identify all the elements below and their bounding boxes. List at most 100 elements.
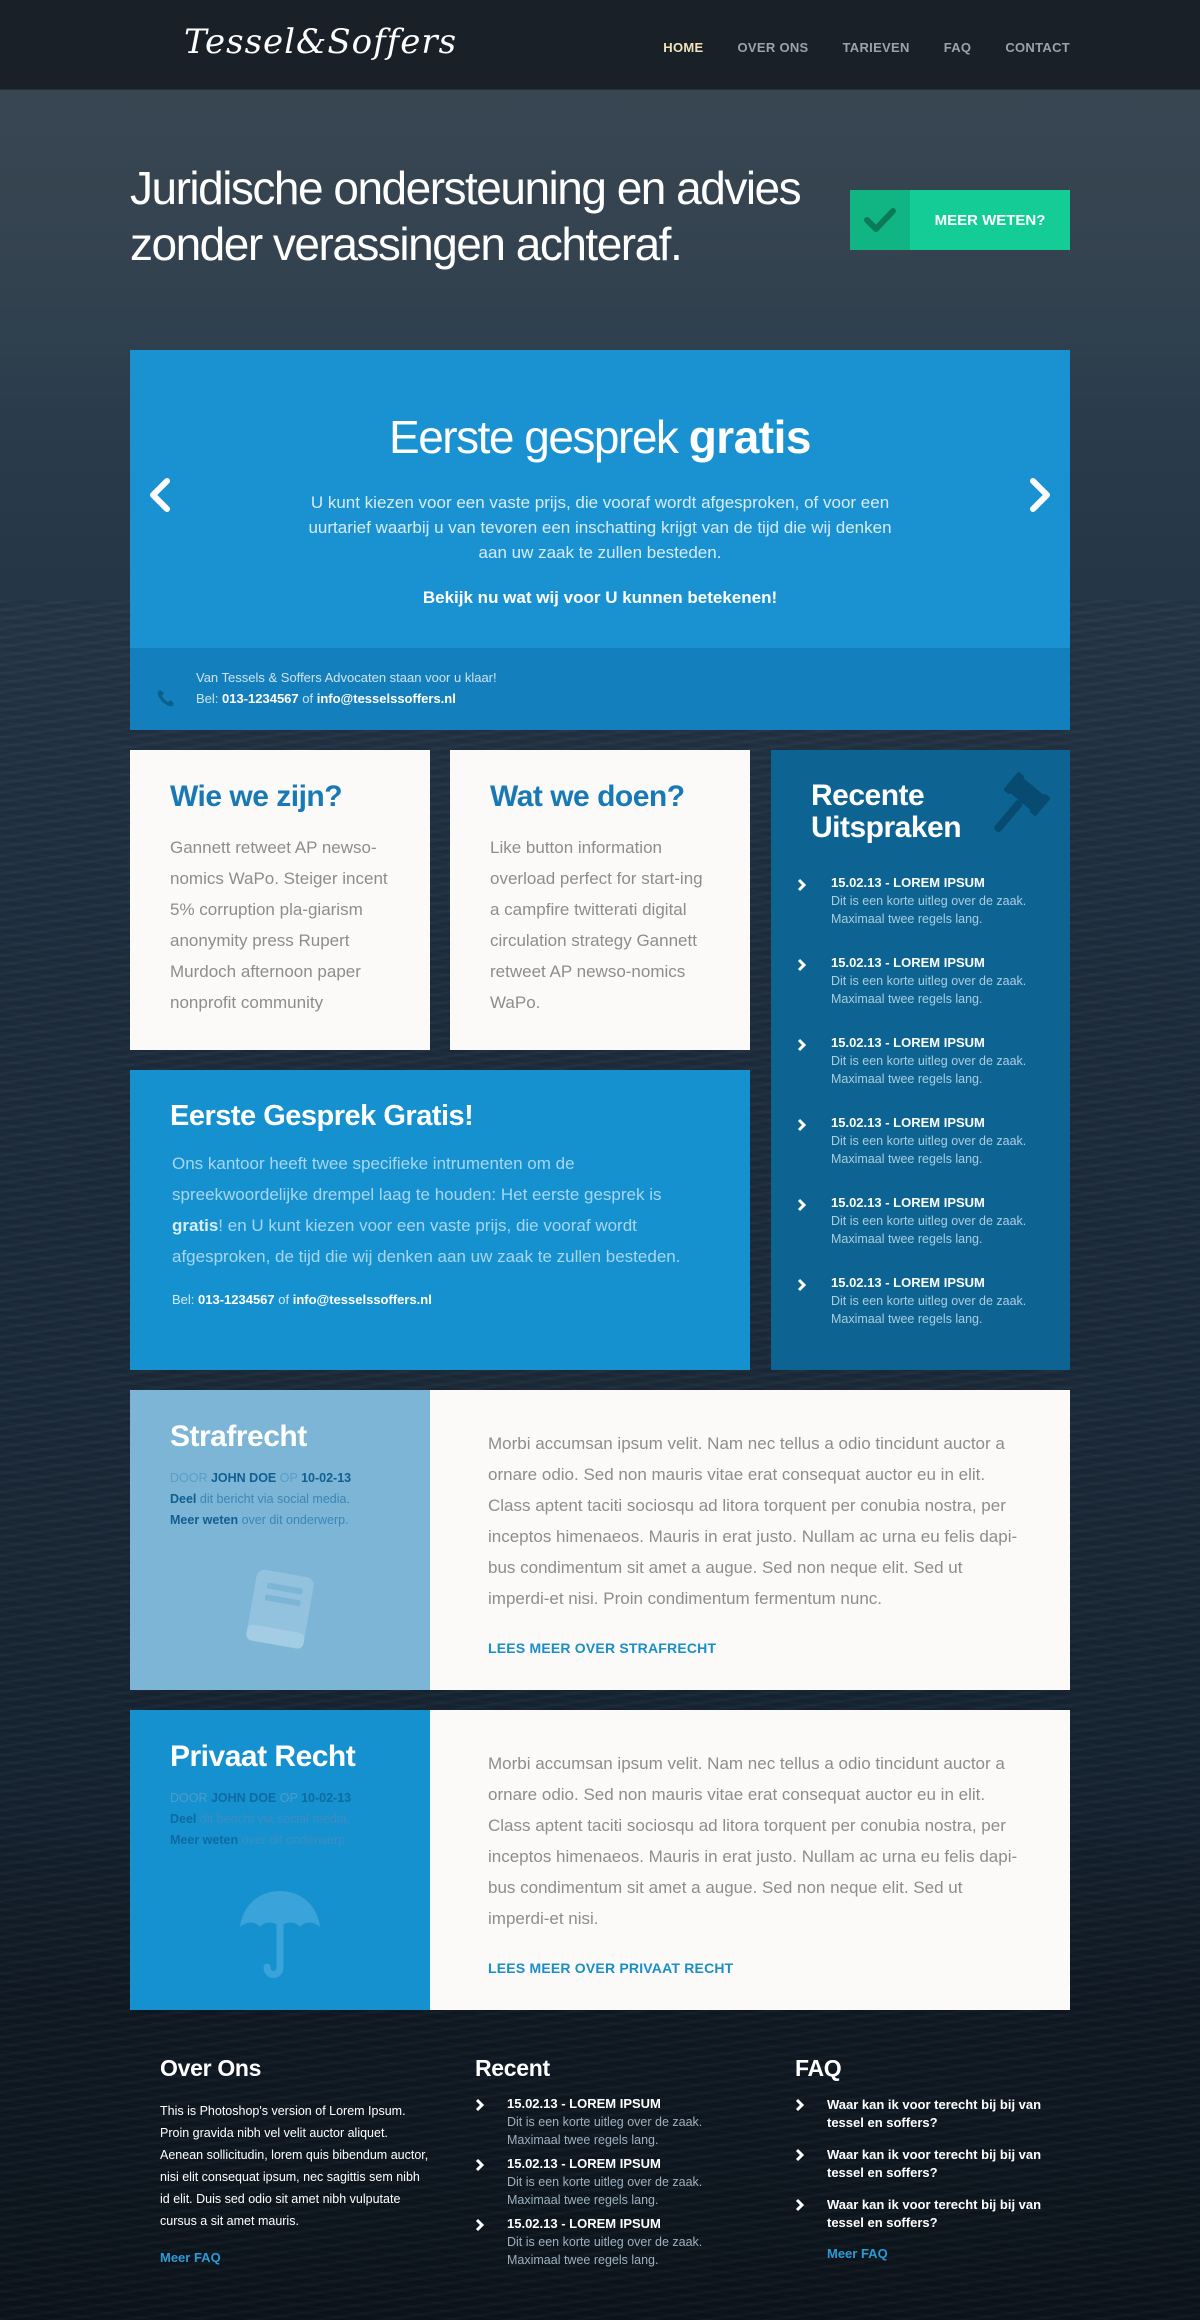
recent-item[interactable]: 15.02.13 - LOREM IPSUM Dit is een korte … [797, 955, 1057, 1035]
footer-recent-item[interactable]: 15.02.13 - LOREM IPSUM Dit is een korte … [475, 2156, 745, 2216]
slider-contact-line1: Van Tessels & Soffers Advocaten staan vo… [196, 670, 497, 685]
slider-email[interactable]: info@tesselssoffers.nl [317, 691, 456, 706]
chevron-right-icon [795, 2148, 805, 2167]
site-header: Tessel&Soffers HOME OVER ONS TARIEVEN FA… [0, 0, 1200, 90]
read-more-link[interactable]: LEES MEER OVER PRIVAAT RECHT [488, 1960, 733, 1976]
footer-faq: FAQ Waar kan ik voor terecht bij bij van… [795, 2055, 1065, 2261]
recent-item-desc: Dit is een korte uitleg over de zaak. Ma… [831, 1134, 1027, 1166]
meta-author[interactable]: JOHN DOE [211, 1471, 276, 1485]
meta-by: DOOR [170, 1471, 211, 1485]
slider-slide: Eerste gesprek gratis U kunt kiezen voor… [130, 350, 1070, 648]
article-body: Morbi accumsan ipsum velit. Nam nec tell… [430, 1710, 1070, 2010]
article-body: Morbi accumsan ipsum velit. Nam nec tell… [430, 1390, 1070, 1690]
footer-recent-title: 15.02.13 - LOREM IPSUM [507, 2156, 661, 2171]
slider-cta-link[interactable]: Bekijk nu wat wij voor U kunnen betekene… [130, 588, 1070, 608]
meta-share-link[interactable]: Deel [170, 1492, 196, 1506]
footer-faq-item[interactable]: Waar kan ik voor terecht bij bij van tes… [795, 2096, 1065, 2146]
recent-item-title: 15.02.13 - LOREM IPSUM [831, 955, 985, 970]
recent-item-desc: Dit is een korte uitleg over de zaak. Ma… [831, 1294, 1027, 1326]
check-icon [850, 190, 910, 250]
meer-weten-label: MEER WETEN? [934, 211, 1046, 229]
footer-recent-item[interactable]: 15.02.13 - LOREM IPSUM Dit is een korte … [475, 2096, 745, 2156]
slider-phone[interactable]: 013-1234567 [222, 691, 299, 706]
meta-date: 10-02-13 [301, 1791, 352, 1805]
free-email[interactable]: info@tesselssoffers.nl [293, 1292, 432, 1307]
gavel-icon [981, 772, 1051, 847]
footer-title: Over Ons [160, 2055, 262, 2081]
recent-item-title: 15.02.13 - LOREM IPSUM [831, 1115, 985, 1130]
phone-icon [156, 688, 176, 713]
nav-over-ons[interactable]: OVER ONS [737, 40, 808, 55]
nav-faq[interactable]: FAQ [944, 40, 972, 55]
footer-recent-desc: Dit is een korte uitleg over de zaak. Ma… [507, 2235, 703, 2267]
footer-faq-item[interactable]: Waar kan ik voor terecht bij bij van tes… [795, 2196, 1065, 2246]
article-text: Morbi accumsan ipsum velit. Nam nec tell… [488, 1434, 1018, 1608]
footer-recent-desc: Dit is een korte uitleg over de zaak. Ma… [507, 2175, 703, 2207]
nav-tarieven[interactable]: TARIEVEN [843, 40, 910, 55]
footer-recent-title: 15.02.13 - LOREM IPSUM [507, 2096, 661, 2111]
meta-more-link[interactable]: Meer weten [170, 1513, 238, 1527]
article-text: Morbi accumsan ipsum velit. Nam nec tell… [488, 1754, 1018, 1928]
free-phone[interactable]: 013-1234567 [198, 1292, 275, 1307]
chevron-right-icon [797, 1038, 807, 1057]
footer-recent-title: 15.02.13 - LOREM IPSUM [507, 2216, 661, 2231]
meta-more-link[interactable]: Meer weten [170, 1833, 238, 1847]
nav-contact[interactable]: CONTACT [1005, 40, 1070, 55]
phone-prefix: Bel: [196, 691, 223, 706]
book-icon [235, 1565, 325, 1660]
recent-item-title: 15.02.13 - LOREM IPSUM [831, 1195, 985, 1210]
meta-share-link[interactable]: Deel [170, 1812, 196, 1826]
card-title: Wie we zijn? [170, 780, 343, 813]
article-title: Strafrecht [170, 1420, 307, 1453]
article-title: Privaat Recht [170, 1740, 356, 1773]
slider-title-bold: gratis [688, 411, 812, 463]
slider-title: Eerste gesprek gratis [130, 410, 1070, 464]
footer-recent-item[interactable]: 15.02.13 - LOREM IPSUM Dit is een korte … [475, 2216, 745, 2276]
article-strafrecht: Strafrecht DOOR JOHN DOE OP 10-02-13 Dee… [130, 1390, 1070, 1690]
main-nav: HOME OVER ONS TARIEVEN FAQ CONTACT [663, 40, 1070, 55]
article-side: Privaat Recht DOOR JOHN DOE OP 10-02-13 … [130, 1710, 430, 2010]
footer-faq-item[interactable]: Waar kan ik voor terecht bij bij van tes… [795, 2146, 1065, 2196]
footer-about-text: This is Photoshop's version of Lorem Ips… [160, 2104, 429, 2228]
footer-meer-faq-link[interactable]: Meer FAQ [160, 2250, 430, 2265]
meta-author[interactable]: JOHN DOE [211, 1791, 276, 1805]
meer-weten-button[interactable]: MEER WETEN? [850, 190, 1070, 250]
recent-list: 15.02.13 - LOREM IPSUM Dit is een korte … [797, 875, 1057, 1355]
chevron-right-icon [797, 1198, 807, 1217]
hero-title-line1: Juridische ondersteuning en advies [130, 162, 802, 214]
free-contact: Bel: 013-1234567 of info@tesselssoffers.… [172, 1292, 432, 1307]
footer-faq-list: Waar kan ik voor terecht bij bij van tes… [795, 2096, 1065, 2246]
card-wie-we-zijn: Wie we zijn? Gannett retweet AP newso-no… [130, 750, 430, 1050]
meta-on: OP [276, 1791, 302, 1805]
nav-home[interactable]: HOME [663, 40, 703, 55]
recent-item[interactable]: 15.02.13 - LOREM IPSUM Dit is een korte … [797, 1035, 1057, 1115]
recent-item[interactable]: 15.02.13 - LOREM IPSUM Dit is een korte … [797, 1115, 1057, 1195]
footer-recent-desc: Dit is een korte uitleg over de zaak. Ma… [507, 2115, 703, 2147]
recent-item[interactable]: 15.02.13 - LOREM IPSUM Dit is een korte … [797, 1275, 1057, 1355]
footer-faq-more-link[interactable]: Meer FAQ [795, 2246, 1065, 2261]
slider-next-arrow-icon[interactable] [1025, 475, 1055, 515]
article-privaat-recht: Privaat Recht DOOR JOHN DOE OP 10-02-13 … [130, 1710, 1070, 2010]
recent-item-desc: Dit is een korte uitleg over de zaak. Ma… [831, 1054, 1027, 1086]
meta-more-text: over dit onderwerp. [238, 1833, 349, 1847]
logo[interactable]: Tessel&Soffers [184, 22, 457, 62]
recent-item[interactable]: 15.02.13 - LOREM IPSUM Dit is een korte … [797, 875, 1057, 955]
card-title: Eerste Gesprek Gratis! [170, 1100, 474, 1132]
footer-recent: Recent 15.02.13 - LOREM IPSUM Dit is een… [475, 2055, 745, 2276]
slider-prev-arrow-icon[interactable] [145, 475, 175, 515]
meta-on: OP [276, 1471, 302, 1485]
recent-item-title: 15.02.13 - LOREM IPSUM [831, 1035, 985, 1050]
umbrella-icon [235, 1885, 325, 1990]
recent-item-title: 15.02.13 - LOREM IPSUM [831, 1275, 985, 1290]
free-text-before: Ons kantoor heeft twee specifieke intrum… [172, 1154, 662, 1204]
recent-item-desc: Dit is een korte uitleg over de zaak. Ma… [831, 894, 1027, 926]
meta-by: DOOR [170, 1791, 211, 1805]
footer-faq-question: Waar kan ik voor terecht bij bij van tes… [827, 2147, 1042, 2180]
recent-item[interactable]: 15.02.13 - LOREM IPSUM Dit is een korte … [797, 1195, 1057, 1275]
slider-contact-bar: Van Tessels & Soffers Advocaten staan vo… [130, 648, 1070, 730]
meta-date: 10-02-13 [301, 1471, 352, 1485]
meta-more-text: over dit onderwerp. [238, 1513, 349, 1527]
free-text-after: ! en U kunt kiezen voor een vaste prijs,… [172, 1216, 681, 1266]
article-side: Strafrecht DOOR JOHN DOE OP 10-02-13 Dee… [130, 1390, 430, 1690]
read-more-link[interactable]: LEES MEER OVER STRAFRECHT [488, 1640, 716, 1656]
